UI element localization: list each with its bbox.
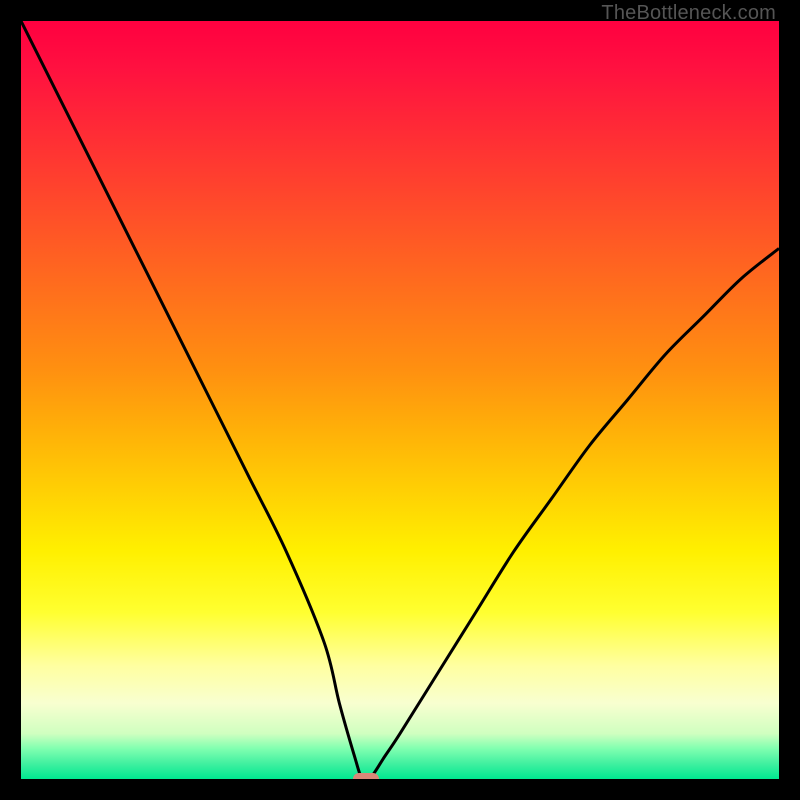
bottleneck-curve xyxy=(21,21,779,779)
watermark-text: TheBottleneck.com xyxy=(601,2,776,25)
bottleneck-marker xyxy=(353,773,379,779)
plot-area xyxy=(21,21,779,779)
